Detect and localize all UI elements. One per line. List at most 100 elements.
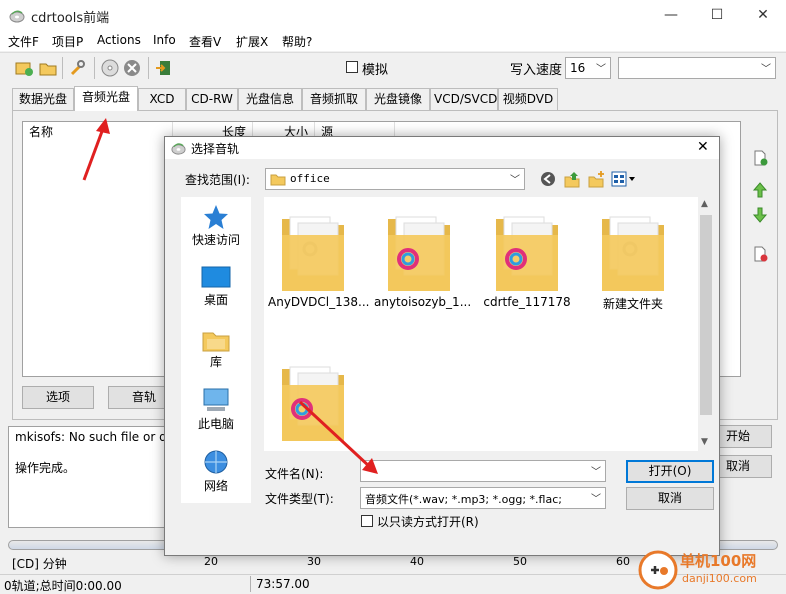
tab-video-dvd[interactable]: 视频DVD — [498, 88, 558, 110]
window-title: cdrtools前端 — [31, 11, 110, 26]
menu-bar: 文件F 项目P Actions Info 查看V 扩展X 帮助? — [0, 31, 786, 51]
place-label: 快速访问 — [191, 233, 240, 247]
file-browser[interactable]: AnyDVDCl_138... anytoisozyb_1... cdrtfe_… — [264, 197, 714, 451]
place-label: 库 — [209, 355, 222, 369]
scroll-down-arrow-icon[interactable]: ▼ — [701, 437, 708, 447]
dialog-disc-icon — [171, 143, 186, 155]
new-folder-icon[interactable] — [587, 170, 605, 188]
place-quick-access[interactable]: 快速访问 — [181, 203, 251, 248]
desktop-icon — [201, 266, 231, 288]
folder-icon — [602, 216, 664, 291]
scale-unit: [CD] 分钟 — [12, 557, 67, 571]
chevron-down-icon[interactable]: ﹀ — [591, 463, 601, 478]
tab-disc-info[interactable]: 光盘信息 — [238, 88, 302, 110]
file-list-scrollbar[interactable]: ▲ ▼ — [698, 197, 714, 451]
write-speed-select[interactable]: 16 ﹀ — [565, 57, 611, 79]
tab-data-disc[interactable]: 数据光盘 — [12, 88, 74, 110]
menu-help[interactable]: 帮助? — [282, 33, 312, 50]
chevron-down-icon: ﹀ — [510, 175, 520, 186]
options-button[interactable]: 选项 — [22, 386, 94, 409]
folder-icon — [282, 216, 344, 291]
up-folder-icon[interactable] — [563, 170, 581, 188]
settings-wrench-icon[interactable] — [68, 58, 88, 78]
filetype-select[interactable]: 音频文件(*.wav; *.mp3; *.ogg; *.flac; ﹀ — [360, 487, 606, 509]
select-track-dialog: 选择音轨 ✕ 查找范围(I): office ﹀ 快速访问 桌面 库 此电脑 网… — [164, 136, 720, 556]
column-header-name[interactable]: 名称 — [23, 122, 173, 142]
filename-input[interactable]: ﹀ — [360, 460, 606, 482]
place-desktop[interactable]: 桌面 — [181, 265, 251, 308]
watermark-url: danji100.com — [682, 572, 757, 585]
file-name: AnyDVDCl_138... — [268, 295, 370, 309]
file-item[interactable]: anytoisozyb_1... — [374, 209, 471, 309]
tab-xcd[interactable]: XCD — [138, 88, 186, 110]
cancel-circle-icon[interactable] — [122, 58, 142, 78]
title-bar: cdrtools前端 — ☐ ✕ — [0, 0, 786, 31]
tab-vcd-svcd[interactable]: VCD/SVCD — [430, 88, 498, 110]
look-in-label: 查找范围(I): — [185, 173, 250, 187]
menu-file[interactable]: 文件F — [8, 33, 39, 50]
scale-tick: 60 — [616, 555, 630, 568]
place-network[interactable]: 网络 — [181, 449, 251, 494]
tab-audio-disc[interactable]: 音频光盘 — [74, 86, 138, 111]
add-file-icon[interactable] — [752, 150, 768, 166]
place-label: 网络 — [203, 479, 228, 493]
computer-icon — [203, 388, 229, 411]
write-speed-value: 16 — [570, 61, 586, 75]
menu-extensions[interactable]: 扩展X — [236, 33, 268, 50]
scale-tick: 50 — [513, 555, 527, 568]
view-menu-icon[interactable] — [611, 171, 637, 187]
place-this-pc[interactable]: 此电脑 — [181, 387, 251, 432]
maximize-button[interactable]: ☐ — [694, 0, 740, 31]
folder-icon — [270, 174, 286, 186]
readonly-checkbox[interactable] — [361, 515, 373, 527]
file-item[interactable] — [268, 359, 358, 445]
open-folder-icon[interactable] — [38, 58, 58, 78]
watermark: 单机100网 danji100.com — [638, 548, 786, 593]
readonly-label: 以只读方式打开(R) — [377, 515, 479, 529]
menu-view[interactable]: 查看V — [189, 33, 221, 50]
scroll-up-arrow-icon[interactable]: ▲ — [701, 199, 708, 209]
dialog-close-button[interactable]: ✕ — [697, 139, 709, 155]
star-icon — [204, 205, 228, 229]
folder-icon — [282, 366, 344, 441]
scrollbar-thumb[interactable] — [700, 215, 712, 415]
move-up-icon[interactable] — [752, 182, 768, 198]
place-label: 此电脑 — [197, 417, 234, 431]
remove-file-icon[interactable] — [752, 246, 768, 262]
move-down-icon[interactable] — [752, 207, 768, 223]
file-item[interactable]: AnyDVDCl_138... — [268, 209, 370, 309]
drive-select[interactable]: ﹀ — [618, 57, 776, 79]
menu-info[interactable]: Info — [153, 33, 176, 47]
scale-tick: 20 — [204, 555, 218, 568]
close-button[interactable]: ✕ — [740, 0, 786, 31]
back-icon[interactable] — [540, 171, 556, 187]
place-library[interactable]: 库 — [181, 327, 251, 370]
filetype-value: 音频文件(*.wav; *.mp3; *.ogg; *.flac; — [365, 493, 562, 506]
simulate-checkbox[interactable] — [346, 61, 358, 73]
open-button[interactable]: 打开(O) — [626, 460, 714, 483]
file-item[interactable]: cdrtfe_117178 — [482, 209, 572, 309]
file-item[interactable]: 新建文件夹 — [588, 209, 678, 312]
tab-audio-grab[interactable]: 音频抓取 — [302, 88, 366, 110]
places-bar: 快速访问 桌面 库 此电脑 网络 — [181, 197, 251, 503]
minimize-button[interactable]: — — [648, 0, 694, 31]
watermark-text: 单机100网 — [680, 552, 757, 570]
tab-cd-rw[interactable]: CD-RW — [186, 88, 238, 110]
exit-icon[interactable] — [154, 58, 174, 78]
tab-disc-image[interactable]: 光盘镜像 — [366, 88, 430, 110]
dialog-cancel-button[interactable]: 取消 — [626, 487, 714, 510]
status-tracks: 0轨道;总时间0:00.00 — [4, 579, 122, 593]
folder-icon — [388, 216, 450, 291]
menu-actions[interactable]: Actions — [97, 33, 141, 47]
log-line: mkisofs: No such file or direc — [15, 430, 189, 444]
file-name: 新建文件夹 — [602, 297, 663, 311]
disc-info-icon[interactable] — [100, 58, 120, 78]
look-in-select[interactable]: office ﹀ — [265, 168, 525, 190]
toolbar: 模拟 写入速度 16 ﹀ ﹀ — [0, 52, 786, 82]
new-project-icon[interactable] — [14, 58, 34, 78]
menu-project[interactable]: 项目P — [52, 33, 83, 50]
watermark-logo-icon — [638, 550, 678, 590]
toolbar-separator — [148, 57, 149, 79]
status-capacity: 73:57.00 — [256, 577, 310, 591]
simulate-label: 模拟 — [362, 63, 389, 78]
